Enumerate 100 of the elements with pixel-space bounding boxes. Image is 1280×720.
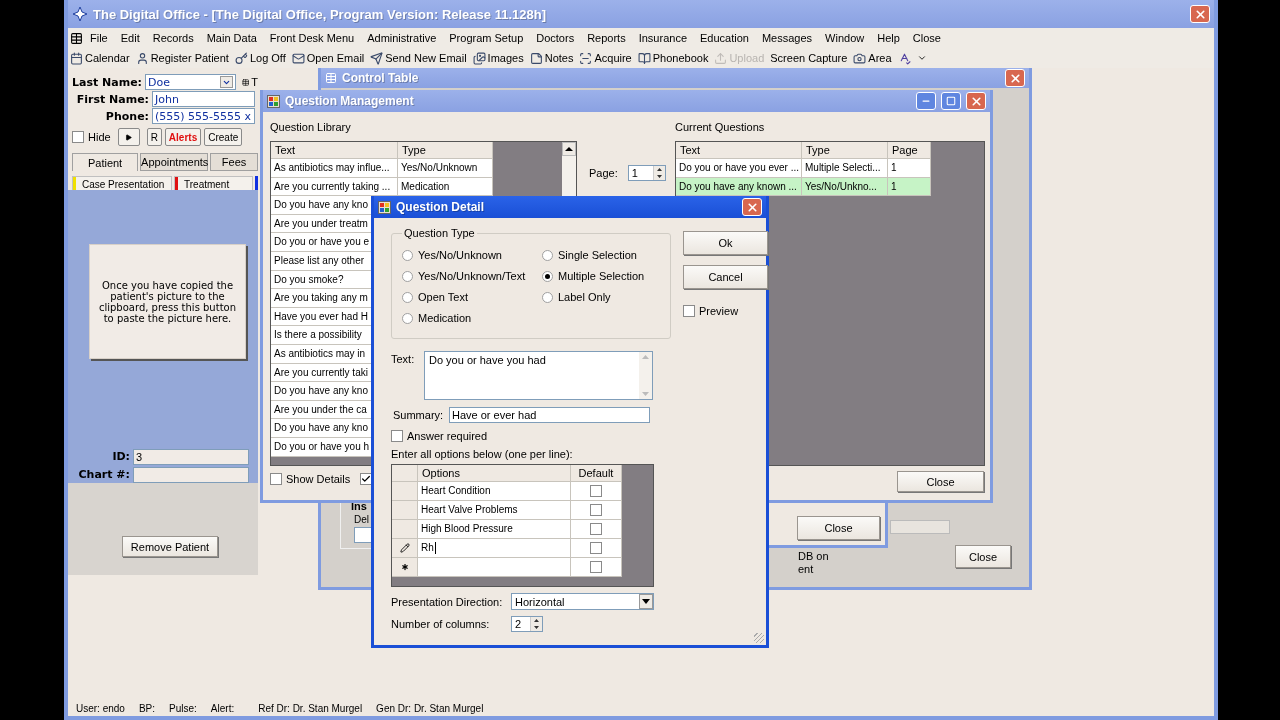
close-button[interactable] <box>966 92 986 110</box>
radio-button[interactable] <box>402 249 413 261</box>
dropdown-field[interactable]: Horizontal <box>511 593 654 610</box>
spin-arrows-icon[interactable] <box>530 617 542 631</box>
minimize-button[interactable] <box>916 92 936 110</box>
combo-field[interactable]: Doe <box>145 74 236 90</box>
remove-patient-button[interactable]: Remove Patient <box>122 536 218 557</box>
next-button[interactable] <box>117 128 140 146</box>
dialog-button[interactable]: Ok <box>683 231 768 255</box>
maximize-button[interactable] <box>941 92 961 110</box>
resize-grip-icon[interactable] <box>754 633 764 643</box>
menu-item[interactable]: Close <box>905 32 947 44</box>
page-spinner[interactable]: 1 <box>627 165 666 181</box>
toolbar-button[interactable]: Calendar <box>70 51 130 65</box>
toolbar-button[interactable]: Images <box>472 51 524 65</box>
column-header[interactable]: Type <box>398 142 493 159</box>
row-header[interactable] <box>392 539 418 558</box>
input-field[interactable]: John <box>152 91 255 107</box>
input-field[interactable]: 3 <box>133 448 249 465</box>
checkbox[interactable] <box>360 473 373 485</box>
spin-arrows-icon[interactable] <box>652 166 665 180</box>
column-header[interactable]: Page <box>888 142 931 159</box>
toolbar-button[interactable]: Acquire <box>579 51 632 65</box>
checkbox[interactable] <box>72 131 84 143</box>
close-button[interactable]: Close <box>797 516 880 540</box>
toolbar-button[interactable]: Screen Capture <box>770 52 848 64</box>
toolbar-button[interactable]: Area <box>853 51 892 65</box>
columns-spinner[interactable]: 2 <box>511 616 543 632</box>
dialog-button[interactable]: Cancel <box>683 265 768 289</box>
column-header[interactable]: Default <box>571 465 622 482</box>
tab[interactable]: Patient <box>72 153 139 171</box>
table-cell[interactable]: High Blood Pressure <box>418 520 571 539</box>
column-header[interactable]: Text <box>271 142 398 159</box>
menu-item[interactable]: Edit <box>113 32 146 44</box>
row-header[interactable] <box>392 558 418 577</box>
toolbar-button[interactable]: Log Off <box>234 51 286 65</box>
toolbar-button[interactable]: Create <box>204 128 243 146</box>
column-header[interactable]: Options <box>418 465 571 482</box>
menu-item[interactable]: Front Desk Menu <box>262 32 361 44</box>
checkbox[interactable] <box>270 473 282 485</box>
input-field[interactable] <box>133 466 249 483</box>
table-cell[interactable]: Rh <box>418 539 571 558</box>
checkbox[interactable] <box>590 485 602 497</box>
menu-item[interactable]: Messages <box>754 32 819 44</box>
menu-icon[interactable] <box>70 31 83 45</box>
table-cell[interactable] <box>418 558 571 577</box>
menu-item[interactable]: Program Setup <box>442 32 530 44</box>
menu-item[interactable]: Reports <box>580 32 632 44</box>
menu-item[interactable]: File <box>83 32 114 44</box>
radio-button[interactable] <box>542 270 553 282</box>
toolbar-button[interactable]: Notes <box>529 51 574 65</box>
checkbox[interactable] <box>590 542 602 554</box>
dropdown-field[interactable] <box>890 520 950 534</box>
checkbox[interactable] <box>391 430 403 442</box>
table-cell[interactable]: Heart Condition <box>418 482 571 501</box>
close-button[interactable]: Close <box>897 471 984 492</box>
close-button[interactable] <box>742 198 762 216</box>
color-marker[interactable] <box>255 176 258 190</box>
toolbar-button[interactable]: Open Email <box>291 51 365 65</box>
radio-button[interactable] <box>402 312 413 324</box>
checkbox[interactable] <box>590 504 602 516</box>
table-cell[interactable]: Do you or have you ever ... <box>676 159 802 178</box>
toolbar-button[interactable]: Alerts <box>164 128 202 146</box>
close-button[interactable] <box>1005 69 1025 87</box>
radio-button[interactable] <box>402 291 413 303</box>
tab[interactable]: Fees <box>210 153 258 171</box>
toolbar-button[interactable]: Register Patient <box>135 51 229 65</box>
close-button[interactable]: Close <box>955 545 1011 568</box>
table-cell[interactable]: Multiple Selecti... <box>802 159 888 178</box>
column-header[interactable]: Type <box>802 142 888 159</box>
checkbox[interactable] <box>683 305 695 317</box>
radio-button[interactable] <box>402 270 413 282</box>
caret-icon[interactable] <box>916 53 927 63</box>
button-label[interactable]: T <box>251 76 258 88</box>
table-cell[interactable]: Heart Valve Problems <box>418 501 571 520</box>
toolbar-button[interactable]: Send New Email <box>370 51 467 65</box>
checkbox[interactable] <box>590 561 602 573</box>
input-field[interactable]: Have or ever had <box>449 407 650 423</box>
menu-item[interactable]: Window <box>818 32 871 44</box>
menu-item[interactable]: Doctors <box>529 32 581 44</box>
toolbar-button[interactable]: R <box>146 128 162 146</box>
menu-item[interactable]: Main Data <box>199 32 263 44</box>
table-icon[interactable] <box>241 76 250 88</box>
menu-item[interactable]: Records <box>145 32 200 44</box>
radio-button[interactable] <box>542 291 553 303</box>
scroll-up-icon[interactable] <box>562 142 576 156</box>
close-button[interactable] <box>1190 5 1210 23</box>
checkbox[interactable] <box>590 523 602 535</box>
table-cell[interactable]: 1 <box>888 159 931 178</box>
input-field[interactable]: (555) 555-5555 x <box>152 108 255 124</box>
menu-item[interactable]: Education <box>693 32 755 44</box>
text-area[interactable]: Do you or have you had <box>424 351 653 400</box>
toolbar-button[interactable]: Phonebook <box>637 51 709 65</box>
paste-picture-button[interactable]: Once you have copied the patient's picture to the clipboard, press this button to paste the picture here. <box>89 244 246 359</box>
radio-button[interactable] <box>542 249 553 261</box>
menu-item[interactable]: Insurance <box>631 32 693 44</box>
menu-item[interactable]: Help <box>870 32 906 44</box>
tab[interactable]: Appointments <box>140 153 209 171</box>
menu-item[interactable]: Administrative <box>360 32 443 44</box>
column-header[interactable]: Text <box>676 142 802 159</box>
